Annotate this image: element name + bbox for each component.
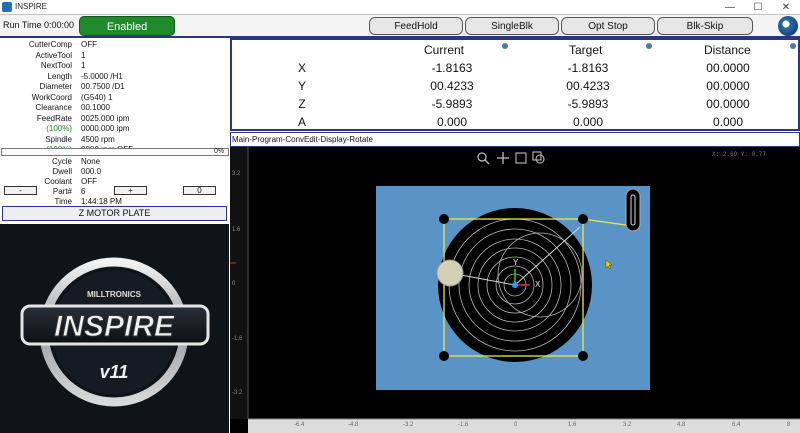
window-title: INSPIRE bbox=[15, 2, 48, 11]
z-current: -5.9893 bbox=[431, 97, 473, 111]
minimize-button[interactable]: — bbox=[716, 0, 744, 15]
feedhold-button[interactable]: FeedHold bbox=[369, 17, 463, 35]
enabled-button[interactable]: Enabled bbox=[79, 16, 175, 36]
part-increment-button[interactable]: + bbox=[114, 186, 147, 195]
current-settings-icon[interactable] bbox=[502, 43, 508, 49]
x-distance: 00.0000 bbox=[706, 61, 750, 75]
brand-product: INSPIRE bbox=[54, 310, 175, 343]
zoom-window-icon bbox=[532, 151, 545, 164]
status-label: CutterComp bbox=[28, 40, 72, 49]
dro-panel: Current Target Distance X -1.8163 -1.816… bbox=[230, 38, 800, 131]
y-current: 00.4233 bbox=[430, 79, 474, 93]
inspire-v11-logo: MILLTRONICS INSPIRE v11 bbox=[20, 257, 210, 407]
tool-marker bbox=[436, 259, 464, 287]
program-progress-bar bbox=[1, 148, 229, 156]
status-value: 00.7500 /D1 bbox=[81, 82, 125, 91]
part-decrement-button[interactable]: - bbox=[4, 186, 37, 195]
x-current: -1.8163 bbox=[431, 61, 473, 75]
axis-label-z: Z bbox=[298, 97, 306, 111]
origin-y-label: Y bbox=[513, 258, 519, 267]
status-label: Diameter bbox=[39, 82, 72, 91]
y-tick: -3.2 bbox=[232, 390, 243, 396]
x-target: -1.8163 bbox=[567, 61, 609, 75]
app-icon bbox=[2, 2, 12, 12]
axis-label-x: X bbox=[297, 61, 306, 75]
y-tick: 1.6 bbox=[232, 227, 241, 233]
clamp-marker bbox=[578, 351, 588, 361]
x-tick: 4.8 bbox=[677, 422, 686, 428]
toolbar: Run Time 0:00:00 Enabled FeedHold Single… bbox=[0, 15, 800, 38]
status-label: Clearance bbox=[35, 103, 72, 112]
z-distance: 00.0000 bbox=[706, 97, 750, 111]
maximize-button[interactable]: ☐ bbox=[744, 0, 772, 15]
x-tick: -1.6 bbox=[458, 422, 469, 428]
brand-company: MILLTRONICS bbox=[87, 290, 142, 299]
progress-percent: 0% bbox=[214, 148, 225, 155]
dro-header-current: Current bbox=[424, 43, 465, 57]
singleblk-button[interactable]: SingleBlk bbox=[465, 17, 559, 35]
brand-logo-icon bbox=[778, 16, 798, 36]
opt-stop-button[interactable]: Opt Stop bbox=[561, 17, 655, 35]
part-reset-button[interactable]: 0 bbox=[183, 186, 216, 195]
status-value: 00.1000 bbox=[81, 103, 110, 112]
close-button[interactable]: ✕ bbox=[772, 0, 800, 15]
clamp-marker bbox=[439, 214, 449, 224]
dro-header-target: Target bbox=[569, 43, 603, 57]
horizontal-ruler bbox=[248, 419, 800, 433]
x-tick: -3.2 bbox=[403, 422, 414, 428]
cursor-coordinate-readout: X: 2.69 Y: 0.77 bbox=[712, 151, 766, 158]
y-tick: 3.2 bbox=[232, 171, 241, 177]
status-value: 0000.000 ipm bbox=[81, 124, 130, 133]
y-target: 00.4233 bbox=[566, 79, 610, 93]
a-distance: 0.000 bbox=[712, 115, 744, 129]
brand-version: v11 bbox=[100, 362, 129, 382]
dro-header-distance: Distance bbox=[704, 43, 751, 57]
x-tick: 6.4 bbox=[732, 422, 741, 428]
blk-skip-button[interactable]: Blk-Skip bbox=[657, 17, 753, 35]
axis-label-y: Y bbox=[297, 79, 306, 93]
y-distance: 00.0000 bbox=[706, 79, 750, 93]
program-tabs-bar[interactable]: Main-Program-ConvEdit-Display-Rotate bbox=[230, 132, 800, 147]
inspire-logo-panel: MILLTRONICS INSPIRE v11 bbox=[0, 224, 229, 433]
a-current: 0.000 bbox=[436, 115, 468, 129]
status-value: OFF bbox=[81, 40, 97, 49]
clamp-marker bbox=[439, 351, 449, 361]
title-bar: INSPIRE — ☐ ✕ bbox=[0, 0, 800, 15]
x-tick: -6.4 bbox=[294, 422, 305, 428]
x-tick: 1.6 bbox=[568, 422, 577, 428]
z-target: -5.9893 bbox=[567, 97, 609, 111]
status-value: 1 bbox=[81, 61, 86, 70]
z-motor-plate-button[interactable]: Z MOTOR PLATE bbox=[2, 206, 227, 221]
axis-label-a: A bbox=[297, 115, 306, 129]
zoom-icon bbox=[477, 152, 490, 165]
x-tick: 3.2 bbox=[623, 422, 632, 428]
a-target: 0.000 bbox=[572, 115, 604, 129]
origin-x-label: X bbox=[535, 280, 541, 289]
pan-icon bbox=[497, 152, 509, 164]
run-time-label: Run Time 0:00:00 bbox=[3, 20, 75, 30]
y-tick: -1.6 bbox=[232, 336, 243, 342]
clamp-marker bbox=[578, 214, 588, 224]
fit-view-icon bbox=[515, 152, 527, 164]
toolpath-graphics-view[interactable]: 3.2 1.6 0 -1.6 -3.2 -6.4 -4.8 -3.2 -1.6 … bbox=[230, 147, 800, 433]
feed-override-label: (100%) bbox=[46, 124, 72, 133]
x-tick: -4.8 bbox=[348, 422, 359, 428]
target-settings-icon[interactable] bbox=[646, 43, 652, 49]
distance-settings-icon[interactable] bbox=[790, 43, 796, 49]
status-panel: CutterComp OFF ActiveTool 1 NextTool 1 L… bbox=[0, 38, 229, 224]
status-label: NextTool bbox=[40, 61, 72, 70]
